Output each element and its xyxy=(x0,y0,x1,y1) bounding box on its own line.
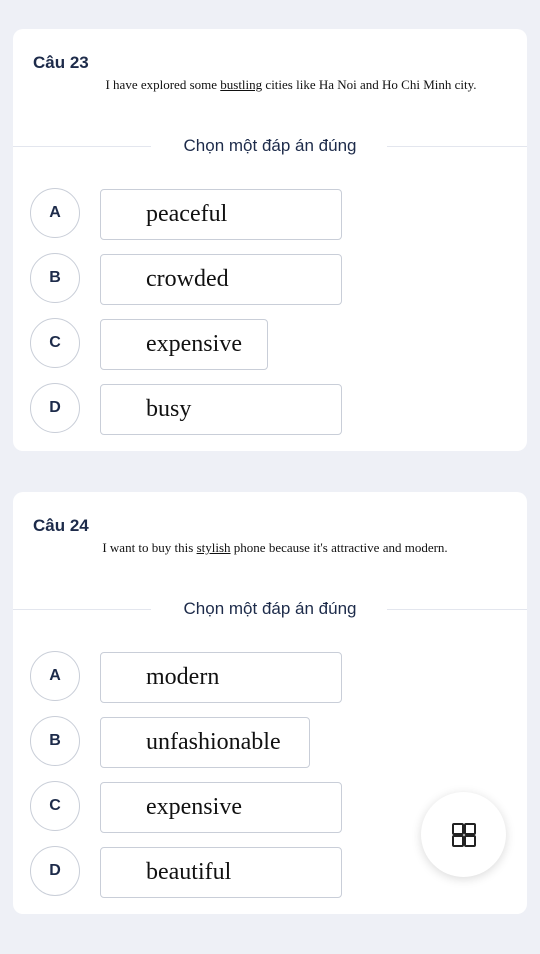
option-d[interactable]: D beautiful xyxy=(30,846,430,898)
option-letter[interactable]: D xyxy=(30,383,80,433)
option-answer[interactable]: beautiful xyxy=(100,847,342,898)
option-answer[interactable]: expensive xyxy=(100,319,268,370)
option-b[interactable]: B unfashionable xyxy=(30,716,430,768)
option-answer[interactable]: modern xyxy=(100,652,342,703)
grid-icon xyxy=(451,822,476,847)
instruction-divider: Chọn một đáp án đúng xyxy=(13,136,527,167)
question-text: I want to buy this stylish phone because… xyxy=(102,540,448,555)
option-answer[interactable]: busy xyxy=(100,384,342,435)
option-a[interactable]: A peaceful xyxy=(30,188,430,240)
option-answer[interactable]: crowded xyxy=(100,254,342,305)
option-letter[interactable]: B xyxy=(30,716,80,766)
option-letter[interactable]: A xyxy=(30,651,80,701)
option-a[interactable]: A modern xyxy=(30,651,430,703)
option-letter[interactable]: C xyxy=(30,781,80,831)
option-answer[interactable]: unfashionable xyxy=(100,717,310,768)
underlined-word: stylish xyxy=(196,540,231,555)
instruction-label: Chọn một đáp án đúng xyxy=(183,136,357,155)
underlined-word: bustling xyxy=(220,77,263,92)
question-card: Câu 23 I have explored some bustling cit… xyxy=(13,29,527,451)
option-letter[interactable]: C xyxy=(30,318,80,368)
option-letter[interactable]: B xyxy=(30,253,80,303)
question-text: I have explored some bustling cities lik… xyxy=(105,77,477,92)
option-c[interactable]: C expensive xyxy=(30,781,430,833)
question-title: Câu 23 xyxy=(33,53,89,72)
option-letter[interactable]: A xyxy=(30,188,80,238)
instruction-divider: Chọn một đáp án đúng xyxy=(13,599,527,630)
option-answer[interactable]: peaceful xyxy=(100,189,342,240)
instruction-label: Chọn một đáp án đúng xyxy=(183,599,357,618)
option-b[interactable]: B crowded xyxy=(30,253,430,305)
option-answer[interactable]: expensive xyxy=(100,782,342,833)
option-letter[interactable]: D xyxy=(30,846,80,896)
question-title: Câu 24 xyxy=(33,516,89,535)
question-grid-button[interactable] xyxy=(421,792,506,877)
option-c[interactable]: C expensive xyxy=(30,318,430,370)
option-d[interactable]: D busy xyxy=(30,383,430,435)
